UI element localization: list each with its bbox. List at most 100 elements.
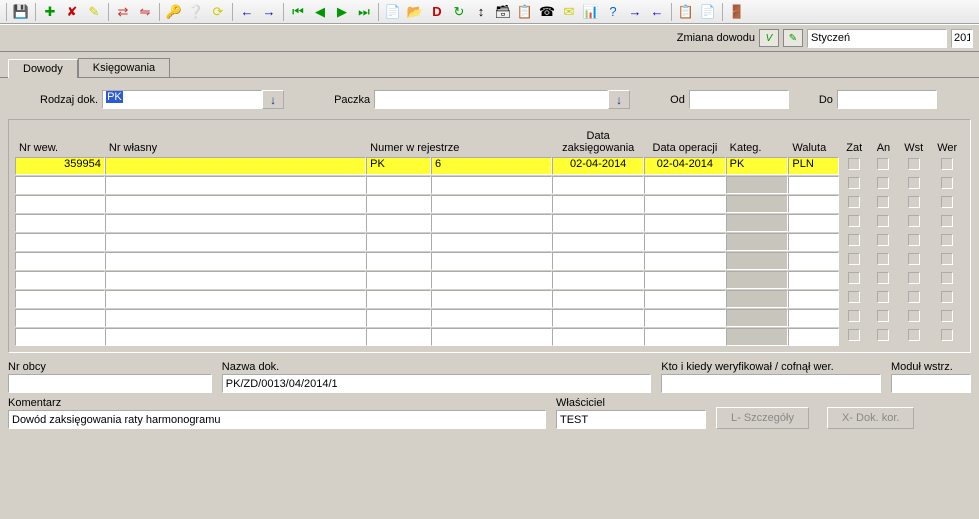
clip-icon[interactable]: 📋 — [515, 2, 535, 22]
grid-cell[interactable] — [105, 176, 366, 194]
grid-cell[interactable]: 359954 — [15, 157, 105, 175]
phone-icon[interactable]: ☎ — [537, 2, 557, 22]
grid-cell[interactable] — [726, 290, 789, 308]
checkbox[interactable] — [877, 310, 889, 322]
grid-cell[interactable] — [552, 195, 644, 213]
forward-icon[interactable]: ▶ — [332, 2, 352, 22]
table-row[interactable] — [15, 232, 964, 251]
grid-cell[interactable] — [15, 195, 105, 213]
rodzaj-input[interactable]: PK — [102, 90, 262, 109]
modul-input[interactable] — [891, 374, 971, 393]
checkbox[interactable] — [908, 310, 920, 322]
grid-cell[interactable] — [366, 271, 431, 289]
grid-cell[interactable] — [431, 214, 552, 232]
kto-input[interactable] — [661, 374, 881, 393]
grid-cell[interactable] — [366, 214, 431, 232]
grid-cell[interactable] — [788, 233, 838, 251]
grid-cell[interactable] — [15, 252, 105, 270]
checkbox[interactable] — [877, 272, 889, 284]
table-row[interactable] — [15, 327, 964, 346]
last-icon[interactable]: ⏭ — [354, 2, 374, 22]
checkbox[interactable] — [877, 215, 889, 227]
grid-cell[interactable] — [644, 214, 726, 232]
back-icon[interactable]: ◀ — [310, 2, 330, 22]
grid-cell[interactable] — [788, 271, 838, 289]
dokkor-button[interactable]: X- Dok. kor. — [827, 407, 914, 429]
grid-cell[interactable] — [552, 176, 644, 194]
grid-cell[interactable]: PLN — [788, 157, 838, 175]
grid-cell[interactable] — [788, 176, 838, 194]
grid-cell[interactable] — [788, 214, 838, 232]
refresh-icon[interactable]: ⟳ — [208, 2, 228, 22]
arrow-r2-icon[interactable]: → — [625, 2, 645, 22]
header-check-icon[interactable]: V — [759, 29, 779, 47]
checkbox[interactable] — [908, 291, 920, 303]
grid-cell[interactable] — [15, 233, 105, 251]
checkbox[interactable] — [848, 215, 860, 227]
add-icon[interactable]: ✚ — [40, 2, 60, 22]
grid-cell[interactable] — [366, 195, 431, 213]
table-row[interactable] — [15, 251, 964, 270]
table-row[interactable] — [15, 194, 964, 213]
key-icon[interactable]: 🔑 — [164, 2, 184, 22]
grid-cell[interactable] — [105, 195, 366, 213]
grid-cell[interactable]: PK — [726, 157, 789, 175]
header-pencil-icon[interactable]: ✎ — [783, 29, 803, 47]
grid-cell[interactable] — [431, 233, 552, 251]
grid-cell[interactable] — [15, 309, 105, 327]
grid-cell[interactable]: 6 — [431, 157, 552, 175]
table-row[interactable] — [15, 289, 964, 308]
grid-cell[interactable] — [788, 290, 838, 308]
swap2-icon[interactable]: ⇋ — [135, 2, 155, 22]
month-input[interactable] — [807, 29, 947, 48]
checkbox[interactable] — [908, 272, 920, 284]
grid-cell[interactable] — [431, 328, 552, 346]
grid-cell[interactable] — [644, 252, 726, 270]
grid-cell[interactable] — [788, 328, 838, 346]
arrow-l2-icon[interactable]: ← — [647, 2, 667, 22]
grid-cell[interactable] — [366, 309, 431, 327]
grid-cell[interactable] — [552, 271, 644, 289]
grid-cell[interactable] — [552, 252, 644, 270]
help-icon[interactable]: ❔ — [186, 2, 206, 22]
grid-cell[interactable] — [644, 233, 726, 251]
nrobcy-input[interactable] — [8, 374, 212, 393]
grid-cell[interactable] — [644, 309, 726, 327]
copy-icon[interactable]: 📋 — [676, 2, 696, 22]
grid-cell[interactable] — [431, 252, 552, 270]
cycle-icon[interactable]: ↻ — [449, 2, 469, 22]
grid-cell[interactable] — [431, 176, 552, 194]
checkbox[interactable] — [877, 177, 889, 189]
grid-cell[interactable] — [726, 328, 789, 346]
checkbox[interactable] — [848, 253, 860, 265]
delete-icon[interactable]: ✘ — [62, 2, 82, 22]
checkbox[interactable] — [908, 215, 920, 227]
tab-dowody[interactable]: Dowody — [8, 59, 78, 78]
grid-cell[interactable] — [366, 328, 431, 346]
grid-cell[interactable] — [726, 214, 789, 232]
checkbox[interactable] — [941, 272, 953, 284]
checkbox[interactable] — [908, 329, 920, 341]
grid-cell[interactable] — [552, 290, 644, 308]
grid-cell[interactable] — [788, 252, 838, 270]
grid-cell[interactable] — [105, 290, 366, 308]
checkbox[interactable] — [848, 272, 860, 284]
grid-cell[interactable] — [726, 309, 789, 327]
checkbox[interactable] — [877, 329, 889, 341]
checkbox[interactable] — [848, 177, 860, 189]
prev-icon[interactable]: ← — [237, 2, 257, 22]
tab-ksiegowania[interactable]: Księgowania — [78, 58, 170, 77]
grid-cell[interactable]: 02-04-2014 — [644, 157, 726, 175]
checkbox[interactable] — [908, 253, 920, 265]
checkbox[interactable] — [848, 329, 860, 341]
grid-cell[interactable] — [15, 176, 105, 194]
nazwa-input[interactable] — [222, 374, 652, 393]
grid-cell[interactable] — [788, 309, 838, 327]
checkbox[interactable] — [941, 177, 953, 189]
rodzaj-dropdown-icon[interactable]: ↓ — [262, 90, 284, 109]
checkbox[interactable] — [941, 291, 953, 303]
grid-cell[interactable] — [726, 252, 789, 270]
checkbox[interactable] — [941, 215, 953, 227]
question-icon[interactable]: ? — [603, 2, 623, 22]
swap-icon[interactable]: ⇄ — [113, 2, 133, 22]
